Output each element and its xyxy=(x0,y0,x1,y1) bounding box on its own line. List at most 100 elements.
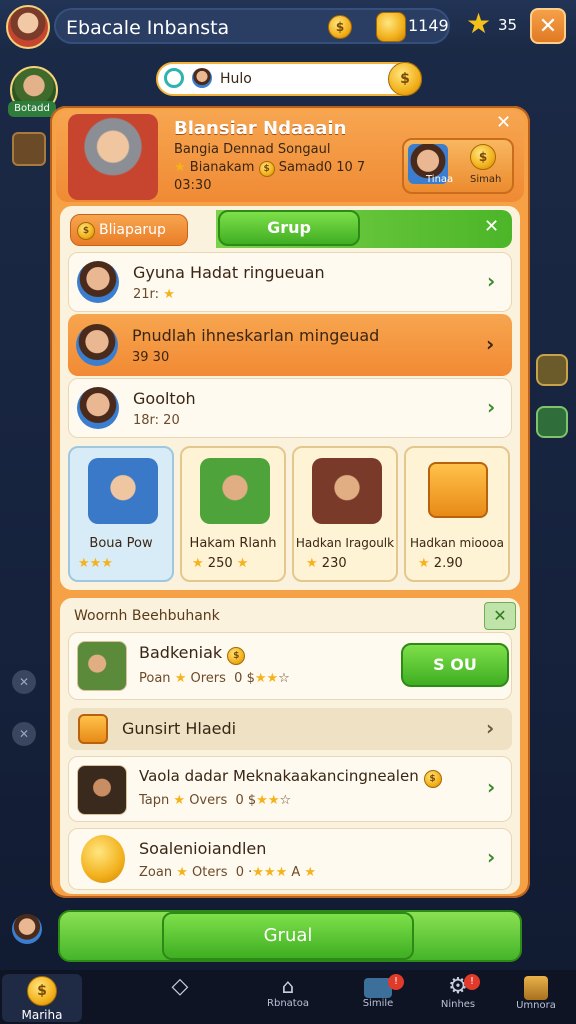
group-avatar xyxy=(77,261,119,303)
reward-tile[interactable]: Boua Pow ★★★ xyxy=(68,446,174,582)
gear-icon: ⚙ xyxy=(448,974,468,999)
reward-title: Hakam Rlanh xyxy=(189,536,277,551)
nav-item-chat[interactable]: ! Simile xyxy=(338,974,418,1009)
profile-name: Blansiar Ndaaain xyxy=(174,118,347,139)
nav-item-chest[interactable]: Umnora xyxy=(496,974,576,1011)
groups-chip-label: Bliaparup xyxy=(99,222,166,238)
coins-stack-icon xyxy=(81,835,125,883)
member-row[interactable]: Soalenioiandlen Zoan ★ Oters 0 ·★★★ A ★ … xyxy=(68,828,512,890)
chevron-right-icon: › xyxy=(487,845,496,869)
avatar xyxy=(192,68,212,88)
reward-tile[interactable]: Hakam Rlanh ★ 250 ★ xyxy=(180,446,286,582)
reward-value: ★ 230 xyxy=(306,556,347,571)
group-title: Gooltoh xyxy=(133,389,196,408)
side-close-icon[interactable]: ✕ xyxy=(12,722,36,746)
nav-label: Umnora xyxy=(516,1000,556,1011)
search-go-icon[interactable]: $ xyxy=(388,62,422,96)
chevron-right-icon: › xyxy=(487,395,496,419)
search-input[interactable]: Hulo xyxy=(220,64,252,94)
reward-title: Hadkan mioooa xyxy=(410,536,504,550)
member-title: Soalenioiandlen xyxy=(139,839,267,858)
groups-card: $ Bliaparup Grup ✕ Gyuna Hadat ringueuan… xyxy=(60,206,520,590)
side-gift-icon[interactable] xyxy=(536,406,568,438)
profile-portrait xyxy=(68,114,158,200)
nav-label: Mariha xyxy=(21,1008,63,1022)
nav-label: Ninhes xyxy=(440,999,476,1010)
reward-title: Hadkan Iragoulk xyxy=(295,536,395,550)
groups-chip[interactable]: $ Bliaparup xyxy=(70,214,188,246)
member-row[interactable]: Badkeniak $ Poan ★ Orers 0 $★★☆ S OU xyxy=(68,632,512,700)
side-close-icon[interactable]: ✕ xyxy=(12,670,36,694)
nav-label: Rbnatoa xyxy=(267,998,309,1009)
reward-tile[interactable]: Hadkan mioooa ★ 2.90 xyxy=(404,446,510,582)
profile-header: Blansiar Ndaaain Bangia Dennad Songaul ★… xyxy=(56,110,524,202)
reward-image xyxy=(312,458,382,524)
profile-time: 03:30 xyxy=(174,178,212,193)
gold-icon xyxy=(376,12,406,42)
nav-item-settings[interactable]: ⚙ ! Ninhes xyxy=(418,974,498,1010)
chevron-right-icon: › xyxy=(487,269,496,293)
members-action-button[interactable]: S OU xyxy=(401,643,509,687)
group-sub: 39 30 xyxy=(132,350,170,365)
members-close-button[interactable]: ✕ xyxy=(484,602,516,630)
side-avatar[interactable] xyxy=(12,914,42,944)
group-title: Pnudlah ihneskarlan mingeuad xyxy=(132,326,380,345)
tab-grup[interactable]: Grup xyxy=(218,210,360,246)
member-sub: Zoan ★ Oters 0 ·★★★ A ★ xyxy=(139,865,317,880)
team-card[interactable]: $ Tinaa Simah xyxy=(402,138,514,194)
section-row[interactable]: Gunsirt Hlaedi › xyxy=(68,708,512,750)
chest-icon[interactable] xyxy=(12,132,46,166)
reward-image xyxy=(200,458,270,524)
star-icon: ★ xyxy=(174,160,186,175)
groups-close-icon[interactable]: ✕ xyxy=(484,216,499,237)
profile-meta-b: Samad0 10 7 xyxy=(278,160,366,175)
chevron-right-icon: › xyxy=(486,332,495,356)
nav-label: Simile xyxy=(362,998,394,1009)
group-sub: 21r: ★ xyxy=(133,287,175,302)
members-card: Woornh Beehbuhank ✕ Badkeniak $ Poan ★ O… xyxy=(60,598,520,894)
group-avatar xyxy=(77,387,119,429)
close-button[interactable]: ✕ xyxy=(530,8,566,44)
reward-value: ★ 250 ★ xyxy=(192,556,249,571)
member-title: Vaola dadar Meknakaakancingnealen $ xyxy=(139,767,442,788)
side-profile-label: Botadd xyxy=(8,101,56,117)
reward-tile[interactable]: Hadkan Iragoulk ★ 230 xyxy=(292,446,398,582)
gift-box-icon xyxy=(428,462,488,518)
bottom-nav: $ Mariha ◇ ⌂ Rbnatoa ! Simile ⚙ ! Ninhes… xyxy=(0,970,576,1024)
chevron-right-icon: › xyxy=(487,775,496,799)
reward-value: ★ 2.90 xyxy=(418,556,463,571)
notification-badge: ! xyxy=(388,974,404,990)
profile-meta-a: Bianakam xyxy=(189,160,255,175)
nav-item-home[interactable]: $ Mariha xyxy=(2,974,82,1022)
search-bar[interactable]: Hulo $ xyxy=(156,62,422,96)
coins-value: 1149 xyxy=(408,16,449,35)
nav-item-house[interactable]: ⌂ Rbnatoa xyxy=(248,974,328,1009)
star-icon: ★ xyxy=(466,7,492,40)
diamond-icon: ◇ xyxy=(171,974,189,999)
group-row[interactable]: Gyuna Hadat ringueuan 21r: ★ › xyxy=(68,252,512,312)
group-row-selected[interactable]: Pnudlah ihneskarlan mingeuad 39 30 › xyxy=(68,314,512,376)
coin-icon: $ xyxy=(470,144,496,170)
header-close-icon[interactable]: ✕ xyxy=(496,112,511,133)
chest-icon xyxy=(524,976,548,1000)
coin-icon: $ xyxy=(328,15,352,39)
player-avatar[interactable] xyxy=(6,5,50,49)
profile-meta: ★ Bianakam $ Samad0 10 7 xyxy=(174,160,365,177)
coin-icon: $ xyxy=(27,976,57,1006)
member-sub: Poan ★ Orers 0 $★★☆ xyxy=(139,671,290,686)
chevron-right-icon: › xyxy=(486,716,495,740)
top-bar: Ebacale Inbansta $ 1149 ★ 35 ✕ xyxy=(0,0,576,52)
reward-image xyxy=(88,458,158,524)
profile-subtitle: Bangia Dennad Songaul xyxy=(174,142,331,157)
nav-item-diamond[interactable]: ◇ xyxy=(140,974,220,999)
group-title: Gyuna Hadat ringueuan xyxy=(133,263,325,282)
house-icon: ⌂ xyxy=(281,974,295,998)
member-avatar xyxy=(77,765,127,815)
main-action-button[interactable]: Grual xyxy=(162,912,414,960)
member-avatar xyxy=(77,641,127,691)
member-row[interactable]: Vaola dadar Meknakaakancingnealen $ Tapn… xyxy=(68,756,512,822)
gift-box-icon xyxy=(78,714,108,744)
members-heading: Woornh Beehbuhank xyxy=(74,608,220,624)
group-row[interactable]: Gooltoh 18r: 20 › xyxy=(68,378,512,438)
side-shop-icon[interactable] xyxy=(536,354,568,386)
